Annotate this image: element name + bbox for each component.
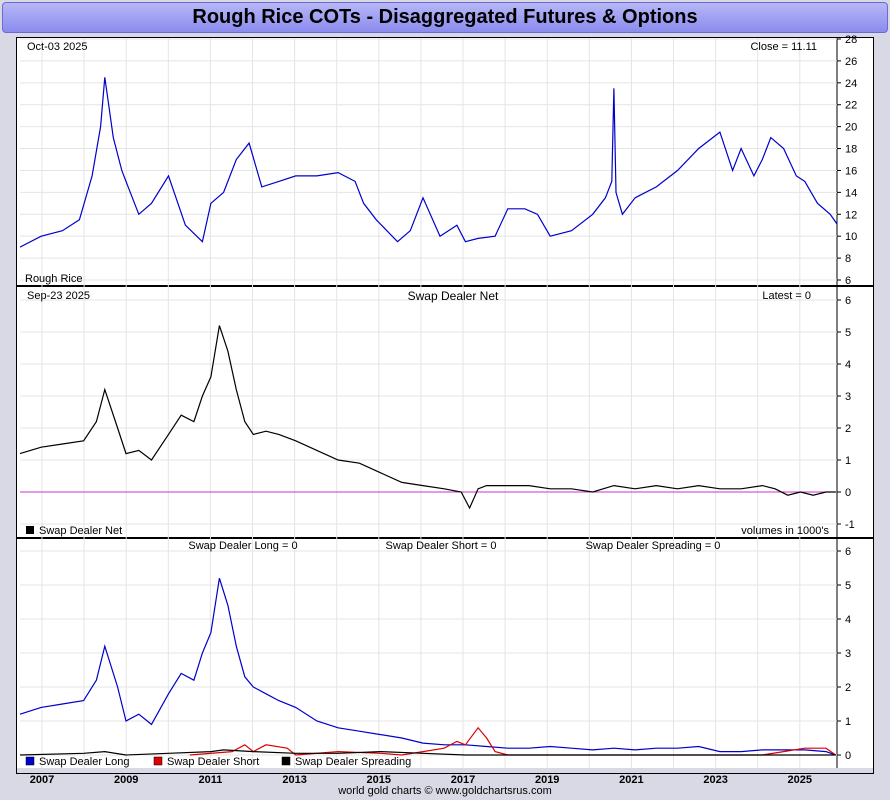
y-tick-label: 3 <box>845 648 851 660</box>
date-label: Oct-03 2025 <box>27 41 88 53</box>
y-tick-label: 12 <box>845 209 857 221</box>
y-tick-label: 4 <box>845 359 851 371</box>
y-tick-label: 4 <box>845 614 851 626</box>
y-tick-label: 1 <box>845 455 851 467</box>
y-tick-label: 22 <box>845 100 857 112</box>
y-tick-label: 14 <box>845 187 857 199</box>
legend-label: Swap Dealer Long <box>39 756 130 768</box>
y-tick-label: 2 <box>845 423 851 435</box>
legend-label: Swap Dealer Spreading <box>295 756 411 768</box>
legend-swatch <box>25 756 35 766</box>
legend-swatch <box>26 526 34 534</box>
credit-line: world gold charts © www.goldchartsrus.co… <box>338 785 552 797</box>
panel-title: Swap Dealer Net <box>408 289 499 303</box>
y-tick-label: 3 <box>845 391 851 403</box>
date-label: Sep-23 2025 <box>27 290 90 302</box>
y-tick-label: 16 <box>845 165 857 177</box>
series-line <box>19 578 836 756</box>
x-axis-strip <box>17 768 873 773</box>
chart-svg: 6810121416182022242628-101234560123456Oc… <box>17 34 873 786</box>
legend-label: Swap Dealer Net <box>39 525 122 537</box>
y-tick-label: 2 <box>845 682 851 694</box>
y-tick-label: 5 <box>845 580 851 592</box>
y-tick-label: 6 <box>845 295 851 307</box>
series-line <box>19 325 836 510</box>
readout-spreading: Swap Dealer Spreading = 0 <box>586 540 721 552</box>
series-line <box>19 77 838 248</box>
legend-swatch <box>153 756 163 766</box>
readout-short: Swap Dealer Short = 0 <box>386 540 497 552</box>
y-tick-label: 1 <box>845 716 851 728</box>
chart-title: Rough Rice COTs - Disaggregated Futures … <box>2 2 888 33</box>
chart-frame: Rough Rice COTs - Disaggregated Futures … <box>0 0 890 800</box>
units-note: volumes in 1000's <box>741 525 829 537</box>
y-tick-label: 8 <box>845 253 851 265</box>
y-tick-label: 26 <box>845 56 857 68</box>
y-tick-label: 10 <box>845 231 857 243</box>
legend-label: Swap Dealer Short <box>167 756 259 768</box>
close-readout: Close = 11.11 <box>750 41 817 53</box>
y-tick-label: 0 <box>845 750 851 762</box>
readout-long: Swap Dealer Long = 0 <box>188 540 297 552</box>
y-tick-label: 5 <box>845 327 851 339</box>
legend-label: Rough Rice <box>25 273 82 285</box>
legend-swatch <box>281 756 291 766</box>
y-tick-label: 20 <box>845 122 857 134</box>
y-tick-label: -1 <box>845 519 855 531</box>
series-line <box>189 726 837 756</box>
chart-area: 6 8 10 12 14 16 18 20 22 24 26 28 -1 0 1 2 3 4 5 6 0 1 2 3 4 5 6 Oc… <box>16 34 874 786</box>
latest-readout: Latest = 0 <box>762 290 811 302</box>
y-tick-label: 6 <box>845 546 851 558</box>
y-tick-label: 0 <box>845 487 851 499</box>
y-tick-label: 6 <box>845 275 851 287</box>
y-tick-label: 28 <box>845 34 857 46</box>
y-tick-label: 24 <box>845 78 857 90</box>
y-tick-label: 18 <box>845 144 857 156</box>
